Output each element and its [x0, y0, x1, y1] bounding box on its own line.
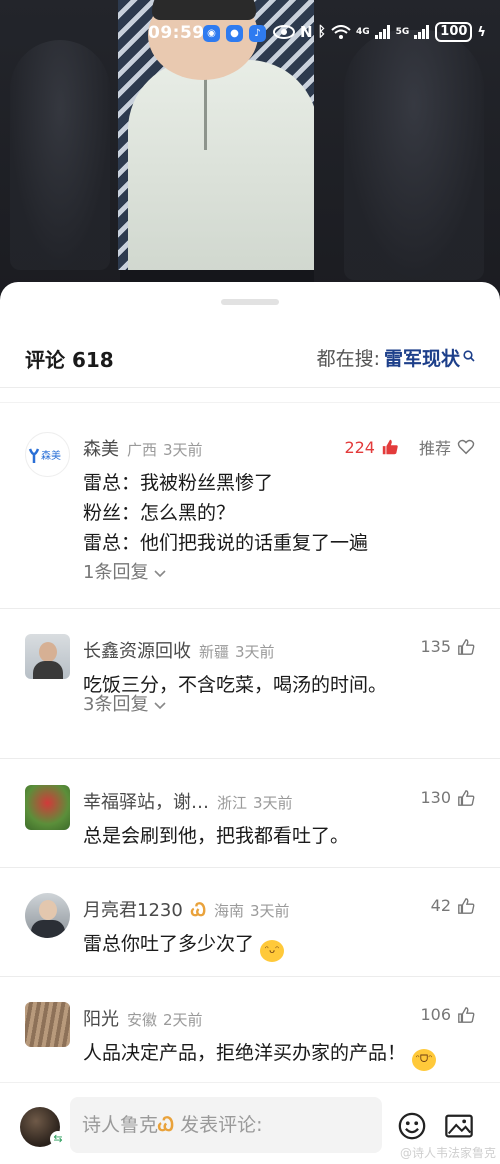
- nfc-icon: N: [300, 23, 313, 41]
- watermark: @诗人韦法家鲁克: [399, 1146, 496, 1160]
- bluetooth-icon: ᛒ: [317, 24, 326, 40]
- avatar[interactable]: [25, 634, 70, 679]
- brand-logo-icon: 森美: [28, 447, 61, 463]
- comment-author[interactable]: 幸福驿站，谢…: [83, 788, 209, 814]
- comment-line: 雷总你吐了多少次了: [83, 933, 255, 955]
- input-placeholder: 发表评论:: [180, 1114, 263, 1136]
- comment-location: 广西: [127, 441, 158, 459]
- comment-text: 雷总你吐了多少次了 ᵔᴗᵔ: [83, 929, 478, 962]
- crying-laugh-emoji-icon: ᵔᴗᵔ: [260, 940, 285, 962]
- divider: [0, 758, 500, 759]
- comment-item[interactable]: 幸福驿站，谢… 浙江 3天前 130 总是会刷到他，把我都看吐了。: [0, 785, 500, 875]
- view-replies-button[interactable]: 3条回复: [83, 690, 166, 716]
- heart-icon[interactable]: [457, 438, 475, 456]
- recommend-label[interactable]: 推荐: [419, 435, 451, 459]
- divider: [0, 608, 500, 609]
- image-icon[interactable]: [443, 1111, 475, 1141]
- emoji-icon[interactable]: [396, 1111, 428, 1141]
- voice-app-icon: ♪: [249, 25, 266, 42]
- avatar[interactable]: [25, 785, 70, 830]
- signal-icon: [374, 25, 390, 39]
- wifi-icon: [331, 24, 351, 39]
- comment-time: 3天前: [249, 902, 290, 920]
- comment-location: 安徽: [127, 1011, 158, 1029]
- avatar[interactable]: 森美: [25, 432, 70, 477]
- search-prefix: 都在搜:: [316, 348, 380, 370]
- comment-time: 3天前: [163, 441, 203, 459]
- comment-line: 雷总：他们把我说的话重复了一遍: [83, 532, 369, 554]
- divider: [0, 867, 500, 868]
- battery-indicator: 100: [435, 22, 473, 42]
- svg-text:森美: 森美: [41, 449, 61, 462]
- comment-item[interactable]: 月亮君1230 Ꮗ 海南 3天前 42 雷总你吐了多少次了 ᵔᴗᵔ: [0, 893, 500, 983]
- like-count: 224: [344, 437, 375, 457]
- divider: [0, 387, 500, 388]
- network-5g-label: 5G: [395, 26, 410, 37]
- comment-author[interactable]: 森美: [83, 435, 119, 461]
- comment-location: 海南: [213, 902, 244, 920]
- status-bar: 09:59 ◉ ● ♪ N ᛒ 4G 5G 100 ϟ: [0, 20, 500, 50]
- comment-line: 雷总：我被粉丝黑惨了: [83, 472, 274, 494]
- user-avatar[interactable]: ⇆: [20, 1107, 66, 1147]
- input-username: 诗人鲁克: [82, 1114, 159, 1136]
- grin-emoji-icon: ᵔᗜᵔ: [412, 1049, 437, 1071]
- search-keyword-link[interactable]: 雷军现状: [384, 344, 460, 371]
- like-count: 135: [420, 637, 451, 656]
- divider: [0, 402, 500, 403]
- vip-badge-icon: Ꮗ: [190, 900, 206, 921]
- switch-account-icon[interactable]: ⇆: [50, 1131, 66, 1147]
- thumbs-up-icon[interactable]: [381, 438, 399, 456]
- drag-handle[interactable]: [221, 299, 279, 305]
- charging-icon: ϟ: [477, 24, 486, 40]
- chevron-down-icon: [154, 570, 166, 578]
- thumbs-up-icon[interactable]: [457, 897, 475, 915]
- divider: [0, 976, 500, 977]
- comment-header: 评论 618 都在搜: 雷军现状: [0, 332, 500, 380]
- thumbs-up-icon[interactable]: [457, 789, 475, 807]
- search-icon: [463, 349, 475, 362]
- trending-search[interactable]: 都在搜: 雷军现状: [317, 344, 475, 371]
- thumbs-up-icon[interactable]: [457, 638, 475, 656]
- signal-icon-2: [414, 25, 430, 39]
- comment-author[interactable]: 月亮君1230: [83, 896, 183, 922]
- comment-location: 浙江: [217, 794, 248, 812]
- like-count: 106: [420, 1005, 451, 1024]
- comment-item[interactable]: 森美 森美 广西 3天前 224 推荐 雷总：我被粉丝黑惨了 粉丝：怎么黑的？ …: [0, 432, 500, 612]
- comment-sheet: 评论 618 都在搜: 雷军现状 森美 森美 广西 3天前 224 推荐 雷总：…: [0, 282, 500, 1164]
- thumbs-up-icon[interactable]: [457, 1006, 475, 1024]
- eye-icon: [273, 25, 295, 39]
- comment-time: 3天前: [235, 643, 275, 661]
- comment-time: 3天前: [253, 794, 293, 812]
- comment-count-title: 评论 618: [25, 348, 114, 372]
- like-count: 130: [420, 788, 451, 807]
- comment-text: 雷总：我被粉丝黑惨了 粉丝：怎么黑的？ 雷总：他们把我说的话重复了一遍: [83, 468, 478, 558]
- chevron-down-icon: [154, 702, 166, 710]
- comment-location: 新疆: [199, 643, 230, 661]
- vip-badge-icon: Ꮗ: [158, 1114, 175, 1136]
- comment-input[interactable]: 诗人鲁克Ꮗ 发表评论:: [70, 1097, 382, 1153]
- comment-author[interactable]: 阳光: [83, 1005, 119, 1031]
- message-app-icon: ●: [226, 25, 243, 42]
- view-replies-button[interactable]: 1条回复: [83, 558, 166, 584]
- like-count: 42: [430, 896, 451, 915]
- status-time: 09:59: [148, 23, 205, 43]
- comment-text: 总是会刷到他，把我都看吐了。: [83, 821, 478, 851]
- comment-item[interactable]: 长鑫资源回收 新疆 3天前 135 吃饭三分，不含吃菜，喝汤的时间。 3条回复: [0, 634, 500, 764]
- comment-line: 总是会刷到他，把我都看吐了。: [83, 825, 350, 847]
- comment-line: 粉丝：怎么黑的？: [83, 502, 236, 524]
- comment-line: 人品决定产品，拒绝洋买办家的产品！: [83, 1042, 407, 1064]
- notification-app-icon: ◉: [203, 25, 220, 42]
- avatar[interactable]: [25, 1002, 70, 1047]
- network-4g-label: 4G: [355, 26, 370, 37]
- comment-time: 2天前: [163, 1011, 203, 1029]
- avatar[interactable]: [25, 893, 70, 938]
- comment-author[interactable]: 长鑫资源回收: [83, 637, 191, 663]
